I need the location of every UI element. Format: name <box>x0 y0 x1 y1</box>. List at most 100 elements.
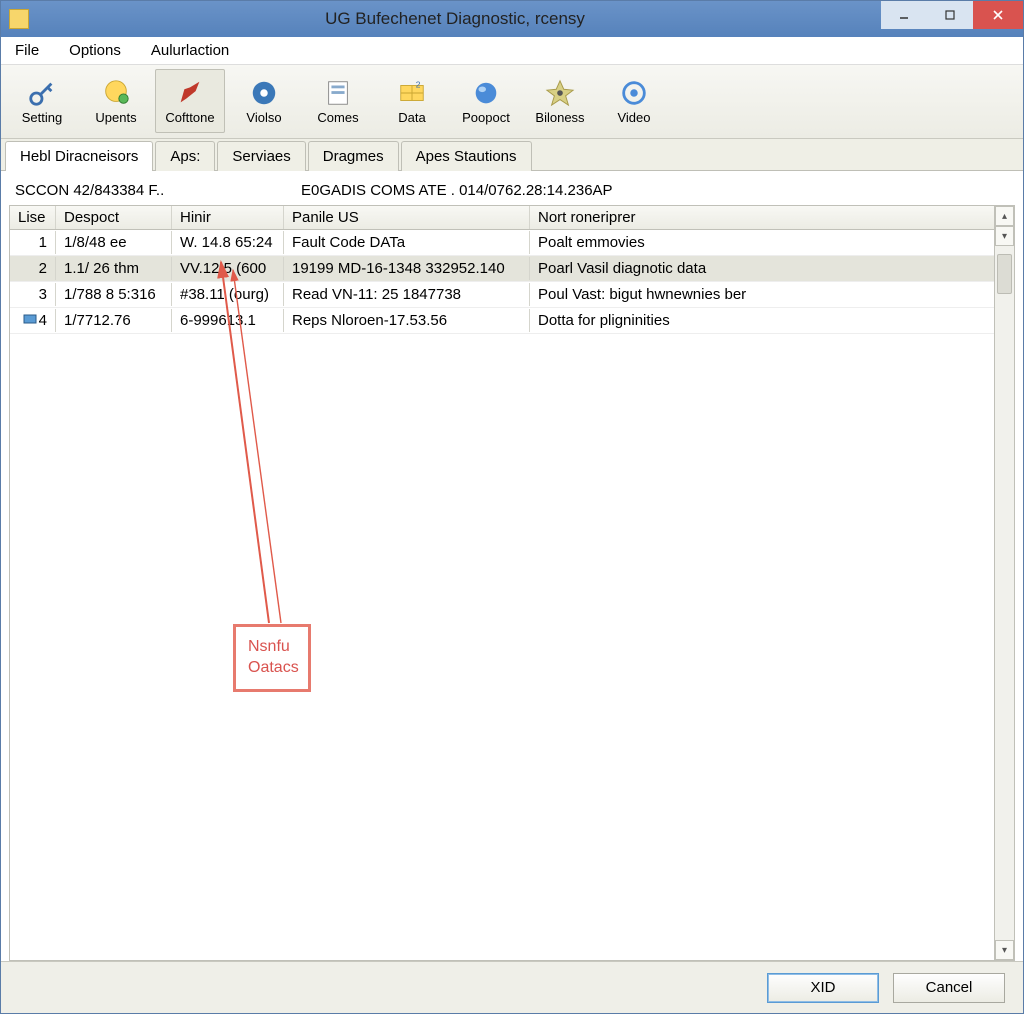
xid-button[interactable]: XID <box>767 973 879 1003</box>
minimize-button[interactable] <box>881 1 927 29</box>
cell-nort: Poarl Vasil diagnotic data <box>530 257 994 280</box>
window-buttons <box>881 1 1023 37</box>
pen-icon <box>174 78 206 108</box>
app-window: UG Bufechenet Diagnostic, rcensy File Op… <box>0 0 1024 1014</box>
status-line: SCCON 42/843384 F.. E0GADIS COMS ATE . 0… <box>9 178 1015 203</box>
window-title: UG Bufechenet Diagnostic, rcensy <box>29 9 881 29</box>
toolbar-biloness[interactable]: Biloness <box>525 69 595 133</box>
tab-2[interactable]: Serviaes <box>217 141 305 171</box>
scroll-thumb[interactable] <box>997 254 1012 294</box>
col-header-nort[interactable]: Nort roneriprer <box>530 206 994 229</box>
key-icon <box>26 78 58 108</box>
toolbar-label: Data <box>398 110 425 125</box>
table-row[interactable]: 31/788 8 5:316#38.11 (ourg)Read VN-11: 2… <box>10 282 994 308</box>
toolbar-cofttone[interactable]: Cofttone <box>155 69 225 133</box>
cell-lise: 2 <box>10 257 56 280</box>
cell-hinir: #38.11 (ourg) <box>172 283 284 306</box>
globe-icon <box>100 78 132 108</box>
toolbar-label: Poopoct <box>462 110 510 125</box>
toolbar-label: Cofttone <box>165 110 214 125</box>
cell-panile: Fault Code DATa <box>284 231 530 254</box>
scroll-up-button[interactable]: ▴ <box>995 206 1014 226</box>
scroll-track[interactable] <box>995 246 1014 940</box>
cell-nort: Poul Vast: bigut hwnewnies ber <box>530 283 994 306</box>
disc-icon <box>248 78 280 108</box>
row-icon <box>23 312 37 324</box>
cell-lise: 3 <box>10 283 56 306</box>
toolbar-label: Comes <box>317 110 358 125</box>
toolbar-poopoct[interactable]: Poopoct <box>451 69 521 133</box>
lens-icon <box>618 78 650 108</box>
menu-options[interactable]: Options <box>63 40 127 61</box>
table-row[interactable]: 41/7712.766-999613.1Reps Nloroen-17.53.5… <box>10 308 994 334</box>
ball-icon <box>470 78 502 108</box>
cell-nort: Poalt emmovies <box>530 231 994 254</box>
form-icon <box>322 78 354 108</box>
toolbar-label: Video <box>617 110 650 125</box>
col-header-despoct[interactable]: Despoct <box>56 206 172 229</box>
close-button[interactable] <box>973 1 1023 29</box>
button-bar: XID Cancel <box>1 961 1023 1013</box>
toolbar-label: Biloness <box>535 110 584 125</box>
cell-despoct: 1/788 8 5:316 <box>56 283 172 306</box>
cell-panile: 19199 MD-16-1348 332952.140 <box>284 257 530 280</box>
star-icon <box>544 78 576 108</box>
grid-header: Lise Despoct Hinir Panile US Nort roneri… <box>10 206 994 230</box>
close-icon <box>992 9 1004 21</box>
toolbar-comes[interactable]: Comes <box>303 69 373 133</box>
content-pane: SCCON 42/843384 F.. E0GADIS COMS ATE . 0… <box>1 171 1023 961</box>
tab-3[interactable]: Dragmes <box>308 141 399 171</box>
toolbar-label: Upents <box>95 110 136 125</box>
scroll-down-button[interactable]: ▾ <box>995 940 1014 960</box>
toolbar-data[interactable]: 2 Data <box>377 69 447 133</box>
form-icon <box>322 78 354 108</box>
col-header-lise[interactable]: Lise <box>10 206 56 229</box>
minimize-icon <box>898 9 910 21</box>
tab-row: Hebl DiracneisorsAps:ServiaesDragmesApes… <box>1 139 1023 171</box>
tab-1[interactable]: Aps: <box>155 141 215 171</box>
maximize-icon <box>944 9 956 21</box>
scroll-marker-button[interactable]: ▾ <box>995 226 1014 246</box>
toolbar: Setting Upents Cofttone Violso Comes 2 Data Poo… <box>1 65 1023 139</box>
grid-body: 11/8/48 eeW. 14.8 65:24Fault Code DATaPo… <box>10 230 994 960</box>
toolbar-setting[interactable]: Setting <box>7 69 77 133</box>
cell-lise: 1 <box>10 231 56 254</box>
toolbar-label: Setting <box>22 110 62 125</box>
menu-file[interactable]: File <box>9 40 45 61</box>
titlebar: UG Bufechenet Diagnostic, rcensy <box>1 1 1023 37</box>
key-icon <box>26 78 58 108</box>
cell-panile: Read VN-11: 25 1847738 <box>284 283 530 306</box>
cell-lise: 4 <box>10 309 56 332</box>
maximize-button[interactable] <box>927 1 973 29</box>
table-row[interactable]: 11/8/48 eeW. 14.8 65:24Fault Code DATaPo… <box>10 230 994 256</box>
svg-text:2: 2 <box>416 79 421 89</box>
table-icon: 2 <box>396 78 428 108</box>
globe-icon <box>100 78 132 108</box>
cell-hinir: W. 14.8 65:24 <box>172 231 284 254</box>
scrollbar-vertical[interactable]: ▴ ▾ ▾ <box>994 206 1014 960</box>
cell-hinir: 6-999613.1 <box>172 309 284 332</box>
menu-aulurlaction[interactable]: Aulurlaction <box>145 40 235 61</box>
tab-0[interactable]: Hebl Diracneisors <box>5 141 153 171</box>
col-header-panile[interactable]: Panile US <box>284 206 530 229</box>
status-left: SCCON 42/843384 F.. <box>15 182 301 199</box>
cell-panile: Reps Nloroen-17.53.56 <box>284 309 530 332</box>
table-row[interactable]: 21.1/ 26 thmVV.12.5 (60019199 MD-16-1348… <box>10 256 994 282</box>
cell-despoct: 1.1/ 26 thm <box>56 257 172 280</box>
cell-despoct: 1/8/48 ee <box>56 231 172 254</box>
table-icon: 2 <box>396 78 428 108</box>
toolbar-upents[interactable]: Upents <box>81 69 151 133</box>
disc-icon <box>248 78 280 108</box>
pen-icon <box>174 78 206 108</box>
cell-despoct: 1/7712.76 <box>56 309 172 332</box>
status-right: E0GADIS COMS ATE . 014/0762.28:14.236AP <box>301 182 1009 199</box>
toolbar-label: Violso <box>246 110 281 125</box>
app-icon <box>9 9 29 29</box>
col-header-hinir[interactable]: Hinir <box>172 206 284 229</box>
tab-4[interactable]: Apes Stautions <box>401 141 532 171</box>
cell-hinir: VV.12.5 (600 <box>172 257 284 280</box>
cancel-button[interactable]: Cancel <box>893 973 1005 1003</box>
toolbar-video[interactable]: Video <box>599 69 669 133</box>
toolbar-violso[interactable]: Violso <box>229 69 299 133</box>
ball-icon <box>470 78 502 108</box>
